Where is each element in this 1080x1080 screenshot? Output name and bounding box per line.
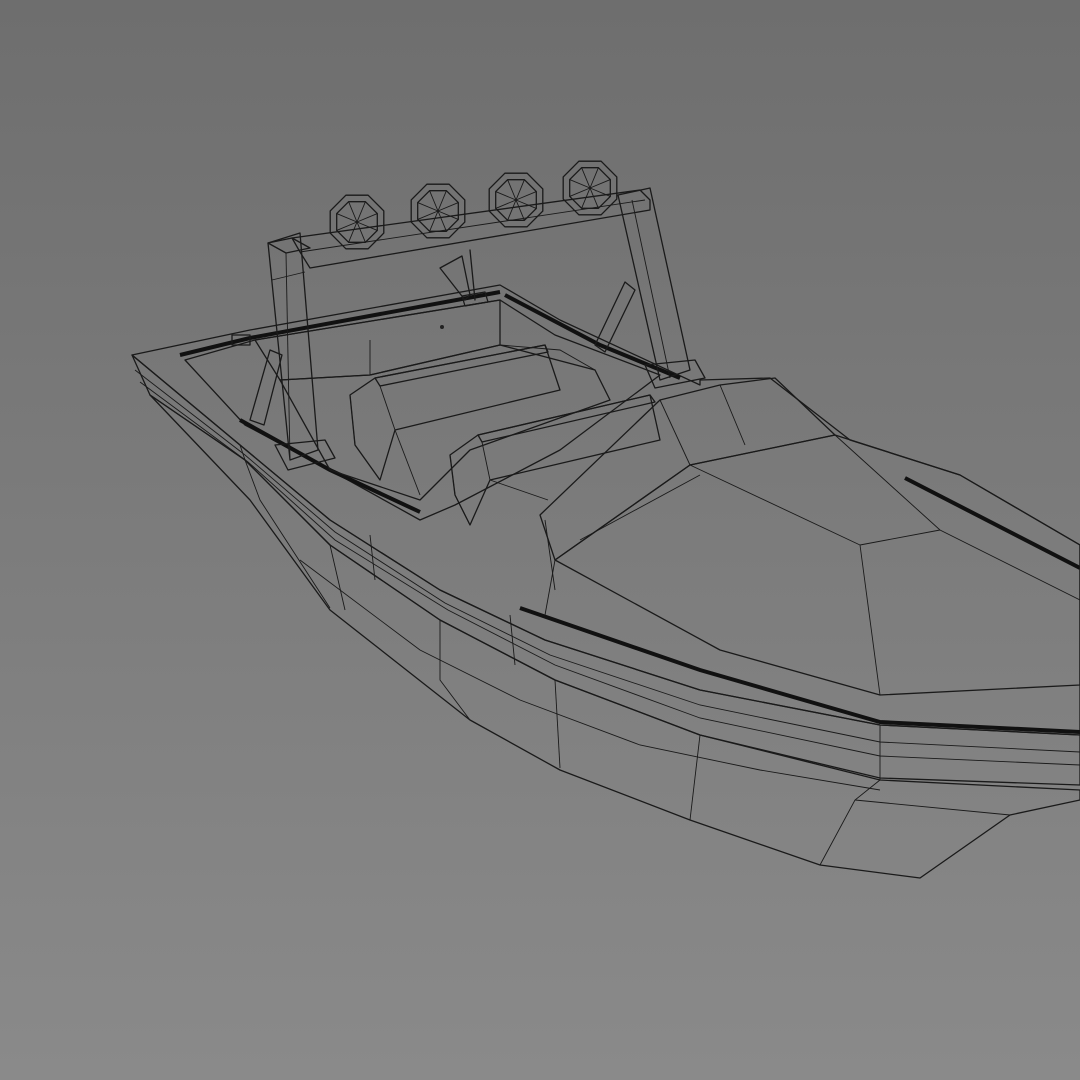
- spotlight-1: [329, 194, 385, 250]
- spotlight-2: [410, 183, 466, 239]
- hull-lower: [149, 394, 1080, 879]
- light-bar: [249, 187, 706, 471]
- speedboat-model[interactable]: [0, 0, 1080, 1080]
- rear-seat: [349, 344, 561, 496]
- spotlights: [329, 160, 618, 250]
- front-seat: [449, 394, 661, 526]
- spotlight-3: [488, 172, 544, 228]
- deck-rim: [131, 284, 1080, 736]
- spotlight-4: [562, 160, 618, 216]
- foredeck: [539, 377, 1080, 696]
- 3d-viewport[interactable]: [0, 0, 1080, 1080]
- hull-gunwale: [131, 354, 1080, 786]
